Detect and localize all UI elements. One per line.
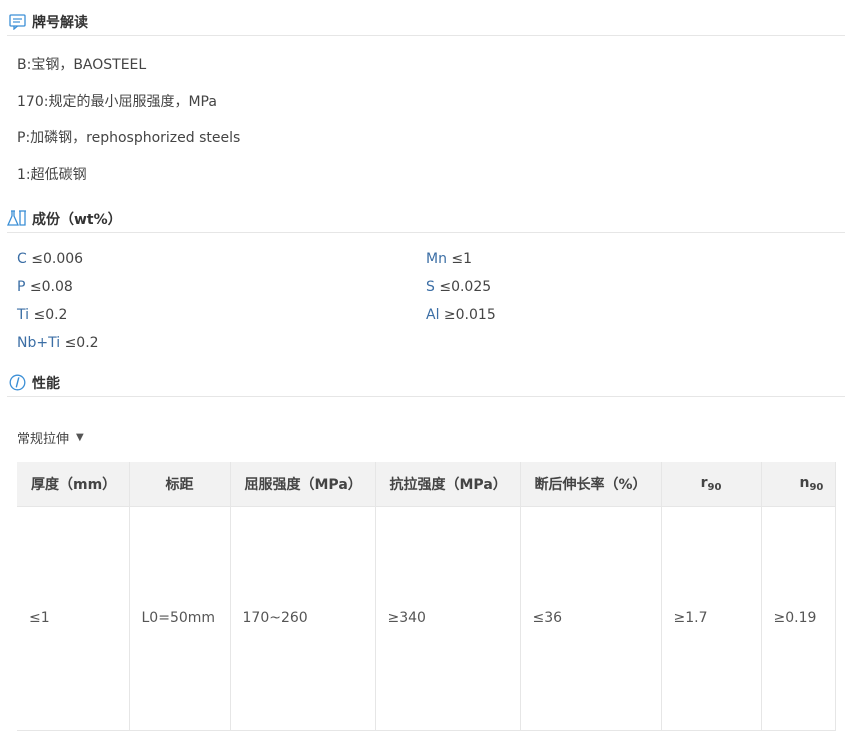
- element-value: ≥0.015: [443, 307, 496, 323]
- grade-line: P:加磷钢，rephosphorized steels: [17, 130, 241, 146]
- info-icon: [7, 373, 27, 393]
- composition-item: S ≤0.025: [426, 279, 491, 295]
- table-row: ≤1 L0=50mm 170~260 ≥340 ≤36 ≥1.7 ≥0.19: [17, 506, 836, 731]
- column-header-gauge: 标距: [128, 462, 231, 507]
- cell-gauge: L0=50mm: [128, 506, 231, 731]
- cell-thickness: ≤1: [17, 506, 130, 731]
- column-header-r90: r90: [660, 462, 762, 507]
- element-name: S: [426, 279, 435, 295]
- element-name: P: [17, 279, 26, 295]
- cell-elongation: ≤36: [519, 506, 662, 731]
- grade-line: 1:超低碳钢: [17, 167, 87, 183]
- composition-section-header: 成份（wt%）: [7, 205, 845, 233]
- cell-tensile: ≥340: [374, 506, 521, 731]
- performance-section-header: 性能: [7, 369, 845, 397]
- composition-item: P ≤0.08: [17, 279, 73, 295]
- n90-base: n: [799, 474, 810, 491]
- r90-sub: 90: [707, 481, 722, 493]
- column-header-elongation: 断后伸长率（%）: [519, 462, 662, 507]
- composition-section-title: 成份（wt%）: [32, 211, 122, 228]
- composition-item: Nb+Ti ≤0.2: [17, 335, 99, 351]
- column-header-tensile: 抗拉强度（MPa）: [374, 462, 521, 507]
- flask-icon: [7, 209, 27, 229]
- column-header-yield: 屈服强度（MPa）: [229, 462, 376, 507]
- dropdown-label: 常规拉伸: [17, 432, 70, 447]
- test-type-dropdown[interactable]: 常规拉伸 ▼: [17, 428, 84, 447]
- message-icon: [7, 12, 27, 32]
- element-value: ≤0.006: [31, 251, 84, 267]
- caret-down-icon: ▼: [76, 432, 84, 443]
- composition-item: Mn ≤1: [426, 251, 472, 267]
- column-header-thickness: 厚度（mm）: [17, 462, 130, 507]
- grade-section-header: 牌号解读: [7, 8, 845, 36]
- grade-line: 170:规定的最小屈服强度，MPa: [17, 94, 217, 110]
- element-name: Nb+Ti: [17, 335, 61, 351]
- grade-line: B:宝钢，BAOSTEEL: [17, 57, 147, 73]
- column-header-n90: n90: [760, 462, 836, 507]
- composition-item: C ≤0.006: [17, 251, 83, 267]
- element-value: ≤0.2: [64, 335, 99, 351]
- element-name: Ti: [17, 307, 30, 323]
- composition-item: Ti ≤0.2: [17, 307, 67, 323]
- grade-section-title: 牌号解读: [32, 14, 88, 31]
- element-value: ≤1: [451, 251, 473, 267]
- element-name: Mn: [426, 251, 447, 267]
- table-header-row: 厚度（mm） 标距 屈服强度（MPa） 抗拉强度（MPa） 断后伸长率（%） r…: [17, 462, 836, 507]
- element-name: C: [17, 251, 27, 267]
- n90-sub: 90: [809, 481, 824, 493]
- performance-section-title: 性能: [32, 375, 60, 392]
- element-name: Al: [426, 307, 440, 323]
- element-value: ≤0.025: [439, 279, 492, 295]
- properties-table: 厚度（mm） 标距 屈服强度（MPa） 抗拉强度（MPa） 断后伸长率（%） r…: [17, 462, 836, 731]
- cell-yield: 170~260: [229, 506, 376, 731]
- element-value: ≤0.08: [29, 279, 73, 295]
- element-value: ≤0.2: [33, 307, 68, 323]
- composition-item: Al ≥0.015: [426, 307, 496, 323]
- cell-r90: ≥1.7: [660, 506, 762, 731]
- cell-n90: ≥0.19: [760, 506, 836, 731]
